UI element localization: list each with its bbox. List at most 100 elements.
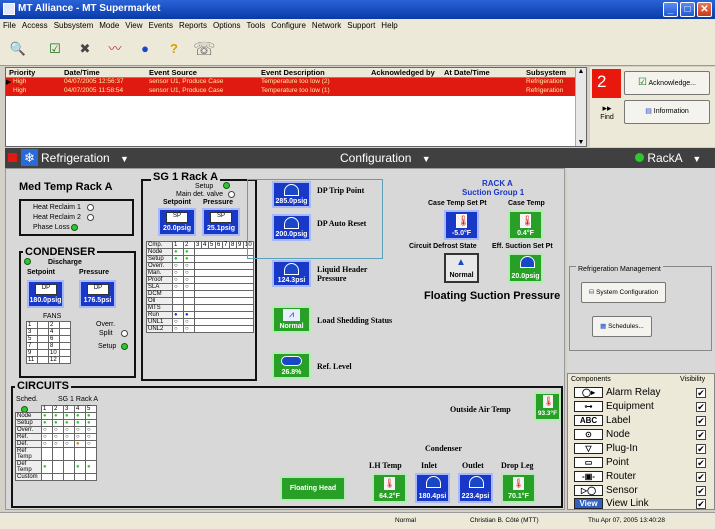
system-configuration-button[interactable]: ⛁ System Configuration [581, 282, 666, 303]
grid-cell[interactable]: ● [183, 255, 195, 263]
scroll-up-icon[interactable]: ▲ [576, 68, 586, 75]
grid-cell[interactable]: ● [172, 311, 184, 319]
chart-icon[interactable]: 〰 [104, 38, 126, 60]
load-shedding-button[interactable]: ⩘ Normal [272, 306, 311, 333]
component-label-item[interactable]: ABC Label [574, 415, 630, 426]
grid-cell[interactable]: ○ [172, 262, 184, 270]
lh-temp-button[interactable]: 🌡 64.2°F [372, 473, 407, 503]
grid-cell[interactable]: ○ [85, 426, 97, 434]
grid-cell[interactable]: ● [74, 419, 86, 427]
subsystem-selector[interactable]: Refrigeration ▼ [41, 151, 129, 165]
minimize-button[interactable]: _ [663, 2, 678, 17]
grid-cell[interactable]: ● [85, 460, 97, 474]
grid-cell[interactable]: ● [52, 419, 64, 427]
grid-cell[interactable]: ● [41, 419, 53, 427]
grid-cell[interactable]: ○ [183, 262, 195, 270]
view-selector[interactable]: Configuration ▼ [340, 151, 431, 165]
maximize-button[interactable]: □ [680, 2, 695, 17]
sg1-setpoint-button[interactable]: SP 20.0psig [158, 208, 196, 236]
menu-support[interactable]: Support [347, 21, 375, 31]
menu-events[interactable]: Events [148, 21, 172, 31]
globe-icon[interactable]: ● [134, 38, 156, 60]
component-equipment[interactable]: ⊶ Equipment [574, 401, 654, 412]
information-button[interactable]: ▤ Information [624, 100, 710, 124]
grid-cell[interactable]: ● [172, 248, 184, 256]
visibility-checkbox[interactable]: ✔ [696, 458, 706, 468]
case-temp-setpoint-button[interactable]: 🌡 -5.0°F [444, 210, 479, 240]
visibility-checkbox[interactable]: ✔ [696, 472, 706, 482]
grid-cell[interactable]: ● [85, 419, 97, 427]
grid-cell[interactable]: ○ [52, 440, 64, 448]
col-description[interactable]: Event Description [261, 68, 325, 77]
component-node[interactable]: ⊙ Node [574, 429, 630, 440]
liquid-header-button[interactable]: 124.3psi [272, 260, 311, 287]
ref-level-button[interactable]: 26.8% [272, 352, 311, 379]
acknowledge-icon[interactable]: ☑ [44, 38, 66, 60]
menu-access[interactable]: Access [22, 21, 48, 31]
menu-subsystem[interactable]: Subsystem [54, 21, 94, 31]
grid-cell[interactable]: ● [41, 460, 53, 474]
menu-options[interactable]: Options [213, 21, 241, 31]
alarm-row[interactable]: High 04/07/2005 11:58:54 sensor U1, Prod… [6, 87, 576, 96]
grid-cell[interactable]: ○ [172, 325, 184, 333]
grid-cell[interactable]: ● [63, 419, 75, 427]
col-ackdate[interactable]: At Date/Time [444, 68, 490, 77]
inlet-pressure-button[interactable]: 180.4psi [415, 473, 450, 503]
drop-leg-temp-button[interactable]: 🌡 70.1°F [501, 473, 536, 503]
col-priority[interactable]: Priority [9, 68, 35, 77]
component-sensor[interactable]: ▷◯ Sensor [574, 485, 638, 496]
menu-configure[interactable]: Configure [271, 21, 306, 31]
component-view-link[interactable]: View View Link [574, 498, 649, 509]
grid-cell[interactable]: ● [183, 311, 195, 319]
grid-cell[interactable]: ○ [183, 318, 195, 326]
defrost-state-button[interactable]: ▲ Normal [444, 253, 479, 283]
floating-head-button[interactable]: Floating Head [280, 476, 346, 501]
grid-cell[interactable]: ○ [74, 433, 86, 441]
grid-cell[interactable]: ● [85, 412, 97, 420]
col-ackby[interactable]: Acknowledged by [371, 68, 435, 77]
grid-cell[interactable]: ○ [172, 318, 184, 326]
grid-cell[interactable]: ● [74, 412, 86, 420]
dp-reset-button[interactable]: 200.0psig [272, 214, 311, 241]
grid-cell[interactable]: ○ [183, 276, 195, 284]
grid-cell[interactable]: ○ [63, 440, 75, 448]
grid-cell[interactable]: ○ [41, 440, 53, 448]
component-router[interactable]: -▣- Router [574, 471, 636, 482]
grid-cell[interactable]: ○ [183, 269, 195, 277]
grid-cell[interactable]: ● [74, 440, 86, 448]
menu-mode[interactable]: Mode [99, 21, 119, 31]
grid-cell[interactable]: ○ [63, 426, 75, 434]
visibility-checkbox[interactable]: ✔ [696, 388, 706, 398]
component-plug-in[interactable]: ▽ Plug-In [574, 443, 638, 454]
menu-view[interactable]: View [125, 21, 142, 31]
key-icon[interactable]: 🔍 [7, 38, 29, 60]
grid-cell[interactable]: ● [172, 255, 184, 263]
sg1-pressure-button[interactable]: SP 25.1psig [202, 208, 240, 236]
condenser-pressure-button[interactable]: DP 176.5psi [79, 280, 116, 308]
component-alarm-relay[interactable]: ◯▸ Alarm Relay [574, 387, 660, 398]
grid-cell[interactable]: ○ [85, 440, 97, 448]
col-datetime[interactable]: Date/Time [64, 68, 100, 77]
outlet-pressure-button[interactable]: 223.4psi [458, 473, 493, 503]
grid-cell[interactable]: ○ [74, 426, 86, 434]
grid-cell[interactable]: ○ [41, 426, 53, 434]
grid-cell[interactable]: ○ [52, 426, 64, 434]
help-icon[interactable]: ? [163, 38, 185, 60]
grid-cell[interactable]: ● [183, 248, 195, 256]
grid-cell[interactable]: ● [63, 412, 75, 420]
dp-trip-button[interactable]: 285.0psig [272, 181, 311, 208]
tools-icon[interactable]: ✖ [74, 38, 96, 60]
grid-cell[interactable]: ● [41, 412, 53, 420]
visibility-checkbox[interactable]: ✔ [696, 486, 706, 496]
menu-file[interactable]: File [3, 21, 16, 31]
condenser-setup-led[interactable] [121, 343, 128, 350]
alarm-scrollbar[interactable]: ▲ ▼ [575, 68, 586, 146]
close-button[interactable]: ✕ [697, 2, 712, 17]
sg1-setup-led[interactable] [223, 182, 230, 189]
rack-selector[interactable]: RackA ▼ [635, 151, 701, 165]
acknowledge-button[interactable]: ☑ Acknowledge... [624, 71, 710, 95]
grid-cell[interactable]: ○ [85, 433, 97, 441]
grid-cell[interactable]: ○ [172, 269, 184, 277]
phone-icon[interactable]: ☏ [193, 38, 216, 60]
col-subsystem[interactable]: Subsystem [526, 68, 566, 77]
